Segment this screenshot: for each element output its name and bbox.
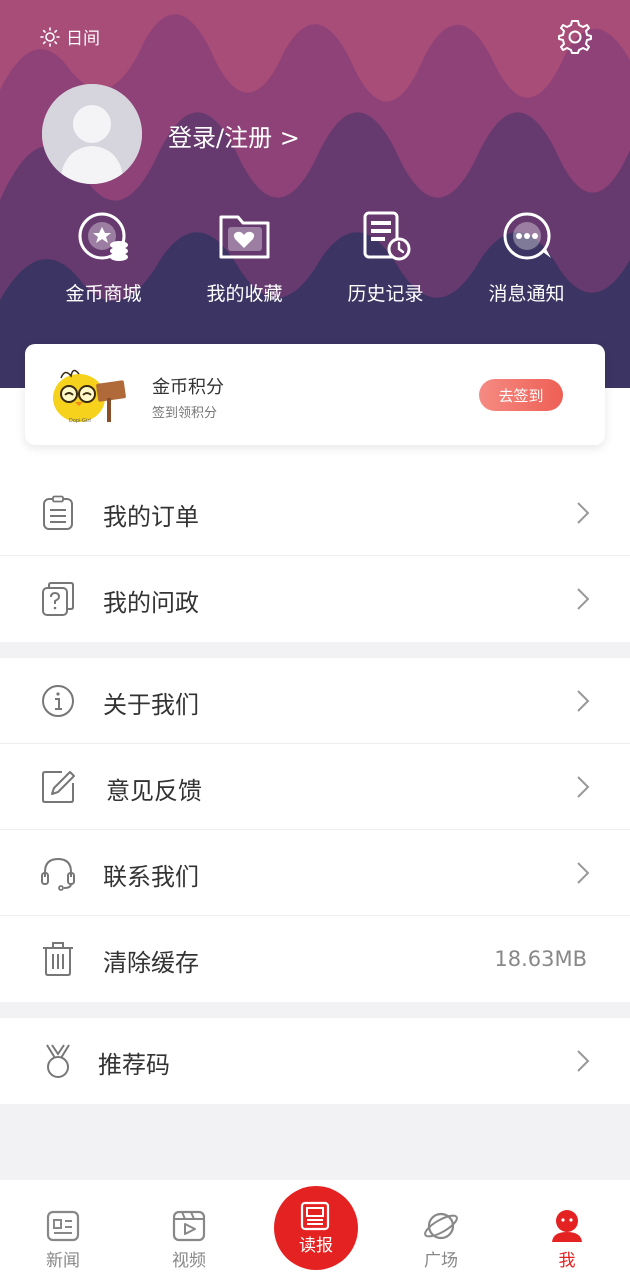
menu-item-about-label: 关于我们 (103, 691, 199, 719)
menu-item-clear-cache-label: 清除缓存 (103, 949, 199, 977)
menu-item-orders-label: 我的订单 (103, 503, 199, 531)
chevron-right-icon (577, 588, 590, 610)
headset-icon (41, 857, 75, 891)
menu-group-orders: 我的订单 我的问政 (0, 470, 630, 642)
tab-read-paper[interactable]: 读报 (274, 1186, 358, 1270)
cache-size-value: 18.63MB (494, 947, 587, 971)
check-in-button[interactable]: 去签到 (479, 379, 563, 411)
menu-item-about[interactable]: 关于我们 (0, 658, 630, 744)
chevron-right-icon (577, 1050, 590, 1072)
order-list-icon (43, 495, 73, 530)
coin-mall-icon (78, 212, 128, 261)
tab-read-paper-label: 读报 (299, 1235, 333, 1256)
tab-square[interactable]: 广场 (406, 1208, 476, 1271)
points-subtitle: 签到领积分 (152, 406, 218, 421)
menu-item-inquiries-label: 我的问政 (103, 589, 199, 617)
avatar[interactable] (42, 84, 142, 184)
wave-background (0, 0, 630, 388)
menu-item-contact[interactable]: 联系我们 (0, 830, 630, 916)
points-card[interactable]: Dopi·Girl 金币积分 签到领积分 去签到 (25, 344, 605, 445)
menu-item-inquiries[interactable]: 我的问政 (0, 556, 630, 642)
menu-item-referral-code-label: 推荐码 (98, 1051, 170, 1079)
menu-item-orders[interactable]: 我的订单 (0, 470, 630, 556)
menu-item-clear-cache[interactable]: 清除缓存 18.63MB (0, 916, 630, 1002)
message-icon (503, 212, 551, 260)
menu-item-referral-code[interactable]: 推荐码 (0, 1018, 630, 1104)
day-mode-toggle[interactable]: 日间 (40, 24, 100, 49)
points-title: 金币积分 (152, 377, 224, 398)
tab-me-label: 我 (558, 1251, 576, 1271)
trash-icon (43, 942, 73, 976)
tab-news-label: 新闻 (46, 1251, 80, 1271)
quick-actions: 金币商城 我的收藏 历史记录 消息通知 (0, 205, 630, 306)
news-icon (46, 1210, 80, 1242)
question-doc-icon (42, 582, 74, 616)
menu-group-settings: 关于我们 意见反馈 联系我们 清除缓存 18.63MB (0, 658, 630, 1002)
video-icon (172, 1210, 206, 1242)
quick-messages-label: 消息通知 (488, 283, 565, 305)
info-icon (42, 685, 74, 717)
medal-icon (46, 1044, 70, 1078)
gear-icon[interactable] (556, 18, 594, 56)
tab-me[interactable]: 我 (532, 1208, 602, 1271)
menu-group-referral: 推荐码 (0, 1018, 630, 1104)
history-icon (363, 211, 410, 261)
chevron-right-icon (577, 690, 590, 712)
quick-history-label: 历史记录 (347, 283, 424, 305)
quick-messages[interactable]: 消息通知 (456, 205, 597, 306)
chevron-right-icon (577, 776, 590, 798)
tab-video[interactable]: 视频 (154, 1208, 224, 1271)
quick-favorites-label: 我的收藏 (206, 283, 283, 305)
chevron-right-icon (577, 502, 590, 524)
tab-news[interactable]: 新闻 (28, 1208, 98, 1271)
quick-coin-mall[interactable]: 金币商城 (33, 205, 174, 306)
user-icon (552, 1210, 582, 1242)
chevron-right-icon (577, 862, 590, 884)
quick-history[interactable]: 历史记录 (315, 205, 456, 306)
day-mode-label: 日间 (66, 29, 100, 49)
profile-header: 日间 登录/注册 > 金币商城 我的收藏 历史记录 消息通知 (0, 0, 630, 388)
edit-feedback-icon (42, 771, 75, 803)
planet-icon (424, 1212, 458, 1240)
chick-mascot-icon: Dopi·Girl (53, 369, 126, 424)
quick-coin-mall-label: 金币商城 (65, 283, 142, 305)
menu-item-feedback[interactable]: 意见反馈 (0, 744, 630, 830)
tab-square-label: 广场 (424, 1251, 458, 1271)
newspaper-icon (300, 1201, 330, 1230)
default-avatar-icon (42, 84, 142, 184)
menu-item-contact-label: 联系我们 (103, 863, 199, 891)
tab-video-label: 视频 (172, 1251, 206, 1271)
sun-icon (40, 26, 60, 47)
svg-text:Dopi·Girl: Dopi·Girl (69, 418, 91, 424)
favorites-folder-icon (219, 215, 269, 259)
menu-item-feedback-label: 意见反馈 (106, 777, 202, 805)
login-register-link[interactable]: 登录/注册 > (168, 118, 300, 153)
quick-favorites[interactable]: 我的收藏 (174, 205, 315, 306)
